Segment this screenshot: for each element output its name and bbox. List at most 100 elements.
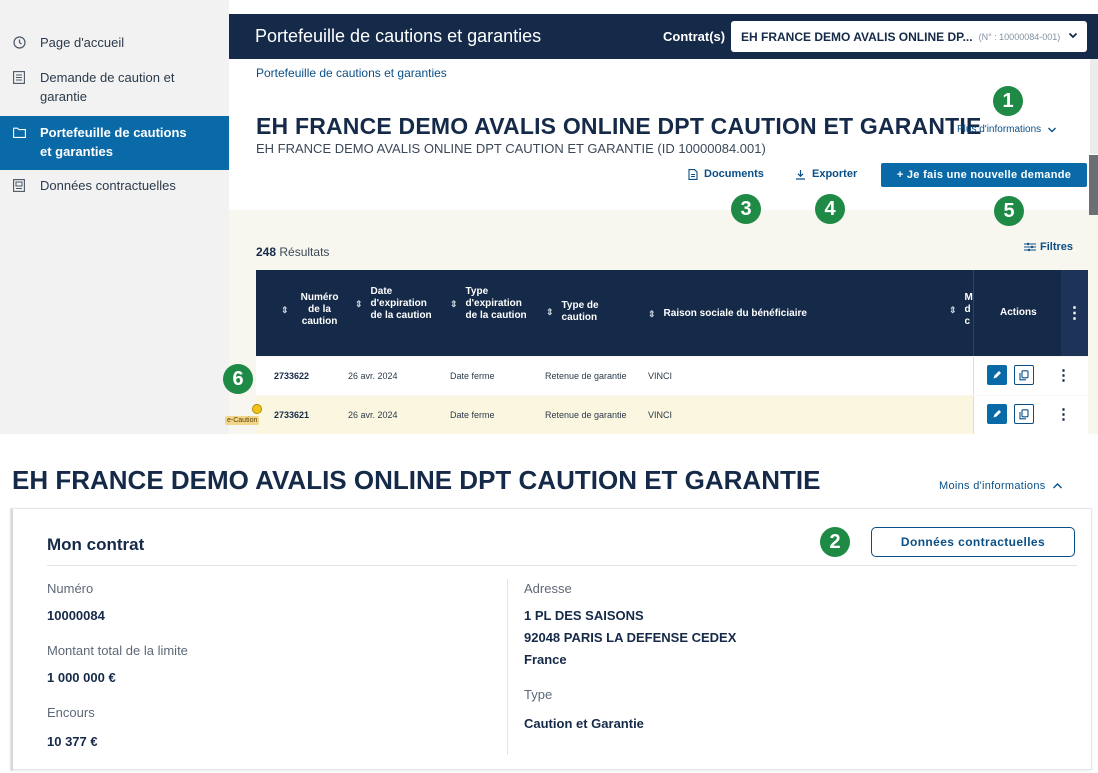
breadcrumb[interactable]: Portefeuille de cautions et garanties (256, 66, 447, 80)
panel-rule (11, 509, 13, 771)
page-subtitle: EH FRANCE DEMO AVALIS ONLINE DPT CAUTION… (256, 141, 766, 156)
annotation-marker-1: 1 (993, 86, 1023, 116)
plus-info-label: Plus d'informations (957, 124, 1042, 135)
row-more-icon[interactable]: ⋮ (1056, 366, 1071, 384)
annotation-marker-4: 4 (815, 194, 845, 224)
detail-title: EH FRANCE DEMO AVALIS ONLINE DPT CAUTION… (12, 465, 821, 495)
row-actions: ⋮ (973, 396, 1088, 434)
col-header-type-caution[interactable]: ⇕ Type de caution (546, 300, 646, 324)
moins-info-toggle[interactable]: Moins d'informations (939, 480, 1063, 492)
sort-icon: ⇕ (450, 299, 458, 309)
chevron-down-icon (1048, 127, 1057, 132)
top-bar: Portefeuille de cautions et garanties Co… (229, 14, 1098, 59)
cell-type: Retenue de garantie (545, 410, 627, 420)
contract-select[interactable]: EH FRANCE DEMO AVALIS ONLINE DP... (N° :… (731, 21, 1087, 52)
exporter-link[interactable]: Exporter (795, 168, 857, 180)
contract-data-button[interactable]: Données contractuelles (871, 527, 1075, 557)
column-settings-icon[interactable]: ⋮ (1061, 270, 1088, 356)
chevron-up-icon (1052, 483, 1062, 489)
sort-icon: ⇕ (546, 307, 554, 317)
pencil-icon (993, 371, 1001, 379)
cell-raison: VINCI (648, 410, 673, 420)
annotation-marker-3: 3 (731, 194, 761, 224)
contract-number: (N° : 10000084-001) (978, 31, 1061, 42)
document-icon (12, 178, 26, 192)
copy-button[interactable] (1014, 404, 1034, 424)
col-numero-label: Numéro de la caution (300, 292, 339, 327)
montant-value: 1 000 000 € (47, 670, 116, 685)
moins-info-label: Moins d'informations (939, 480, 1046, 492)
copy-button[interactable] (1014, 365, 1034, 385)
adresse-line-1: 1 PL DES SAISONS (524, 608, 644, 623)
numero-label: Numéro (47, 581, 94, 596)
sidebar-item-label: Demande de caution et garantie (40, 70, 175, 104)
results-label: Résultats (279, 245, 330, 259)
adresse-line-3: France (524, 652, 567, 667)
annotation-marker-2: 2 (820, 527, 850, 557)
row-actions: ⋮ (973, 357, 1088, 395)
col-type-caution-label: Type de caution (561, 300, 599, 323)
results-count: 248 Résultats (256, 245, 329, 259)
col-header-raison[interactable]: ⇕ Raison sociale du bénéficiaire (648, 308, 908, 320)
plus-info-toggle[interactable]: Plus d'informations (957, 124, 1057, 135)
cell-type-exp: Date ferme (450, 371, 495, 381)
side-scroll-tab[interactable] (1089, 155, 1098, 215)
type-label: Type (524, 687, 553, 702)
table-header: ⇕ Numéro de la caution ⇕ Date d'expirati… (256, 270, 1088, 356)
sidebar-item-home[interactable]: Page d'accueil (0, 33, 229, 55)
col-header-type-exp[interactable]: ⇕ Type d'expiration de la caution (450, 286, 550, 322)
sidebar-item-donnees[interactable]: Données contractuelles (0, 176, 229, 198)
column-divider (507, 579, 508, 755)
divider (47, 565, 1077, 566)
adresse-label: Adresse (524, 581, 572, 596)
contract-label: Contrat(s) (663, 29, 726, 44)
encours-value: 10 377 € (47, 734, 98, 749)
table-row[interactable]: 2733622 26 avr. 2024 Date ferme Retenue … (256, 357, 1088, 395)
col-montant-label: M d c (964, 292, 973, 327)
sidebar-item-portefeuille[interactable]: Portefeuille de cautions et garanties (0, 116, 229, 170)
pencil-icon (993, 410, 1001, 418)
table-row[interactable]: 2733621 26 avr. 2024 Date ferme Retenue … (256, 396, 1088, 434)
sidebar-item-demande[interactable]: Demande de caution et garantie (0, 68, 229, 108)
contract-name: EH FRANCE DEMO AVALIS ONLINE DP... (741, 29, 973, 44)
cell-date: 26 avr. 2024 (348, 371, 398, 381)
folder-icon (12, 125, 26, 139)
section-title: Mon contrat (47, 535, 145, 554)
montant-label: Montant total de la limite (47, 643, 188, 658)
col-header-date[interactable]: ⇕ Date d'expiration de la caution (355, 286, 465, 322)
edit-button[interactable] (987, 365, 1007, 385)
col-actions-label: Actions (1000, 307, 1037, 318)
sort-icon: ⇕ (281, 305, 289, 315)
sort-icon: ⇕ (355, 299, 363, 309)
new-request-button[interactable]: + Je fais une nouvelle demande (881, 163, 1087, 187)
sidebar: Page d'accueil Demande de caution et gar… (0, 0, 229, 434)
copy-icon (1019, 408, 1029, 419)
documents-link[interactable]: Documents (688, 168, 764, 180)
cell-type: Retenue de garantie (545, 371, 627, 381)
numero-value: 10000084 (47, 608, 105, 623)
document-icon (688, 168, 698, 180)
col-header-montant[interactable]: ⇕ M d c (949, 292, 973, 328)
sort-icon: ⇕ (949, 305, 957, 315)
row-more-icon[interactable]: ⋮ (1056, 405, 1071, 423)
ecaution-tag: e-Caution (225, 416, 260, 425)
filters-label: Filtres (1040, 241, 1074, 253)
sort-icon: ⇕ (648, 309, 656, 319)
copy-icon (1019, 369, 1029, 380)
filters-button[interactable]: Filtres (1024, 241, 1073, 253)
col-date-label: Date d'expiration de la caution (370, 286, 432, 321)
chevron-down-icon (1067, 29, 1079, 44)
sidebar-item-label: Page d'accueil (40, 35, 125, 50)
cell-numero: 2733622 (274, 371, 310, 381)
col-raison-label: Raison sociale du bénéficiaire (663, 308, 807, 319)
exporter-label: Exporter (812, 168, 858, 180)
results-number: 248 (256, 245, 277, 259)
adresse-line-2: 92048 PARIS LA DEFENSE CEDEX (524, 630, 737, 645)
ecaution-icon (252, 404, 262, 414)
annotation-marker-5: 5 (994, 196, 1024, 226)
edit-button[interactable] (987, 404, 1007, 424)
download-icon (796, 169, 805, 180)
cell-type-exp: Date ferme (450, 410, 495, 420)
cell-raison: VINCI (648, 371, 673, 381)
clock-icon (12, 35, 26, 49)
